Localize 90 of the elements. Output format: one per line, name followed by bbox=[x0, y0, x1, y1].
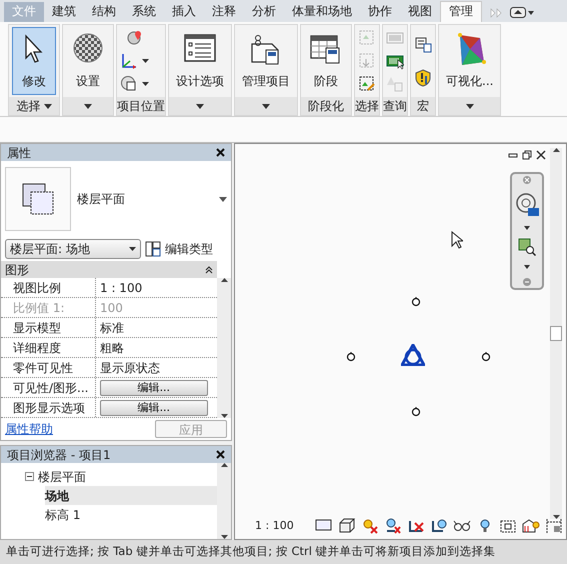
axes-icon[interactable] bbox=[120, 52, 138, 70]
shield-icon[interactable] bbox=[414, 69, 432, 87]
caret-icon[interactable] bbox=[524, 226, 530, 230]
property-value: 标准 bbox=[100, 320, 124, 336]
caret-icon[interactable] bbox=[466, 104, 474, 108]
tree-item[interactable]: 标高 1 bbox=[45, 505, 217, 524]
panel-title: 选择 bbox=[16, 98, 40, 115]
property-value: 100 bbox=[100, 300, 123, 316]
base-point-icon bbox=[401, 344, 425, 366]
view-scale[interactable]: 1 : 100 bbox=[255, 518, 294, 534]
collapse-icon[interactable] bbox=[205, 266, 213, 274]
scroll-thumb[interactable] bbox=[550, 326, 562, 341]
type-selector[interactable]: 楼层平面: 场地 bbox=[5, 239, 141, 259]
ribbon-tab[interactable]: 体量和场地 bbox=[284, 2, 360, 22]
property-label: 详细程度 bbox=[1, 338, 96, 357]
edit-type-icon[interactable] bbox=[145, 241, 161, 257]
caret-icon[interactable] bbox=[84, 104, 92, 108]
zoom-region-icon[interactable] bbox=[518, 238, 536, 256]
scroll-up-icon bbox=[220, 278, 228, 282]
ribbon-tab[interactable]: 视图 bbox=[400, 2, 440, 22]
scroll-down-icon bbox=[220, 414, 228, 418]
property-label: 视图比例 bbox=[1, 278, 96, 297]
close-icon[interactable] bbox=[536, 150, 546, 160]
group-header: 图形 bbox=[5, 262, 29, 278]
panel-title: 项目浏览器 - 项目1 bbox=[7, 446, 111, 464]
ribbon-tab[interactable]: 注释 bbox=[204, 2, 244, 22]
ribbon-tab[interactable]: 系统 bbox=[124, 2, 164, 22]
restore-icon[interactable] bbox=[522, 150, 532, 160]
panel-title: 查询 bbox=[383, 98, 407, 115]
type-name: 楼层平面 bbox=[77, 191, 126, 208]
selector-text: 楼层平面: 场地 bbox=[10, 241, 90, 258]
caret-icon bbox=[142, 82, 149, 86]
scroll-down-icon bbox=[552, 515, 560, 519]
wheel-2d-icon[interactable] bbox=[515, 192, 539, 217]
edit-button[interactable]: 编辑... bbox=[100, 400, 208, 416]
panel-title: 属性 bbox=[7, 144, 31, 162]
panel-title: 项目位置 bbox=[117, 98, 165, 115]
minimize-ribbon-icon[interactable] bbox=[510, 7, 534, 18]
close-icon[interactable] bbox=[216, 450, 225, 459]
ribbon-tab[interactable]: 结构 bbox=[84, 2, 124, 22]
elevation-marker-icon bbox=[480, 351, 492, 363]
edit-type-button[interactable]: 编辑类型 bbox=[165, 240, 213, 258]
disc-sheet-icon[interactable] bbox=[120, 74, 138, 93]
cube-icon[interactable] bbox=[338, 517, 356, 535]
close-icon[interactable] bbox=[216, 148, 225, 157]
caret-icon[interactable] bbox=[44, 104, 52, 108]
scroll-up-icon bbox=[552, 148, 560, 152]
building-bulb-icon[interactable] bbox=[522, 517, 540, 535]
caret-icon bbox=[142, 58, 149, 63]
dashed-pencil-icon[interactable] bbox=[358, 74, 376, 93]
property-label: 图形显示选项 bbox=[1, 398, 96, 417]
tree-item[interactable]: 楼层平面 bbox=[25, 467, 217, 486]
ribbon-tab[interactable]: 建筑 bbox=[44, 2, 84, 22]
cursor-arrow-icon bbox=[451, 231, 463, 249]
caret-icon[interactable] bbox=[524, 265, 530, 270]
crop-bulb-icon[interactable] bbox=[430, 517, 448, 535]
property-value: 1 : 100 bbox=[100, 280, 142, 296]
help-link[interactable]: 属性帮助 bbox=[5, 420, 53, 438]
scrollbar[interactable] bbox=[550, 148, 562, 519]
ribbon-tab[interactable]: 分析 bbox=[244, 2, 284, 22]
elevation-marker-icon bbox=[345, 351, 357, 363]
ribbon-button[interactable]: 修改 bbox=[12, 27, 56, 95]
edit-button[interactable]: 编辑... bbox=[100, 380, 208, 396]
status-text: 单击可进行选择; 按 Tab 键并单击可选择其他项目; 按 Ctrl 键并单击可将新项目添加到选择集 bbox=[6, 543, 496, 560]
globe-pin-icon[interactable] bbox=[126, 29, 144, 48]
caret-icon[interactable] bbox=[196, 104, 204, 108]
panel-title: 选择 bbox=[355, 98, 379, 115]
property-label: 可见性/图形... bbox=[1, 378, 96, 397]
ribbon-tab[interactable]: 协作 bbox=[360, 2, 400, 22]
scrollbar[interactable] bbox=[217, 463, 231, 539]
panel-title: 阶段化 bbox=[308, 98, 344, 115]
property-label: 比例值 1: bbox=[1, 298, 96, 317]
property-label: 零件可见性 bbox=[1, 358, 96, 377]
floor-plan-icon bbox=[21, 182, 55, 216]
ribbon-button[interactable]: 阶段 bbox=[304, 27, 348, 95]
property-label: 显示模型 bbox=[1, 318, 96, 337]
ribbon-tab[interactable]: 插入 bbox=[164, 2, 204, 22]
property-value: 显示原状态 bbox=[100, 360, 160, 376]
property-value: 粗略 bbox=[100, 340, 124, 356]
scrollbar[interactable] bbox=[217, 278, 231, 418]
tree-item[interactable]: 场地 bbox=[45, 486, 217, 505]
collapse-icon[interactable] bbox=[25, 472, 34, 481]
elevation-marker-icon bbox=[410, 406, 422, 418]
ribbon-tab[interactable]: 管理 bbox=[440, 1, 482, 22]
elevation-marker-icon bbox=[410, 296, 422, 308]
caret-icon[interactable] bbox=[262, 104, 270, 108]
magnifier-icon[interactable] bbox=[384, 517, 402, 535]
panel-title: 宏 bbox=[417, 98, 429, 115]
caret-icon bbox=[129, 247, 136, 251]
caret-icon[interactable] bbox=[219, 196, 227, 202]
